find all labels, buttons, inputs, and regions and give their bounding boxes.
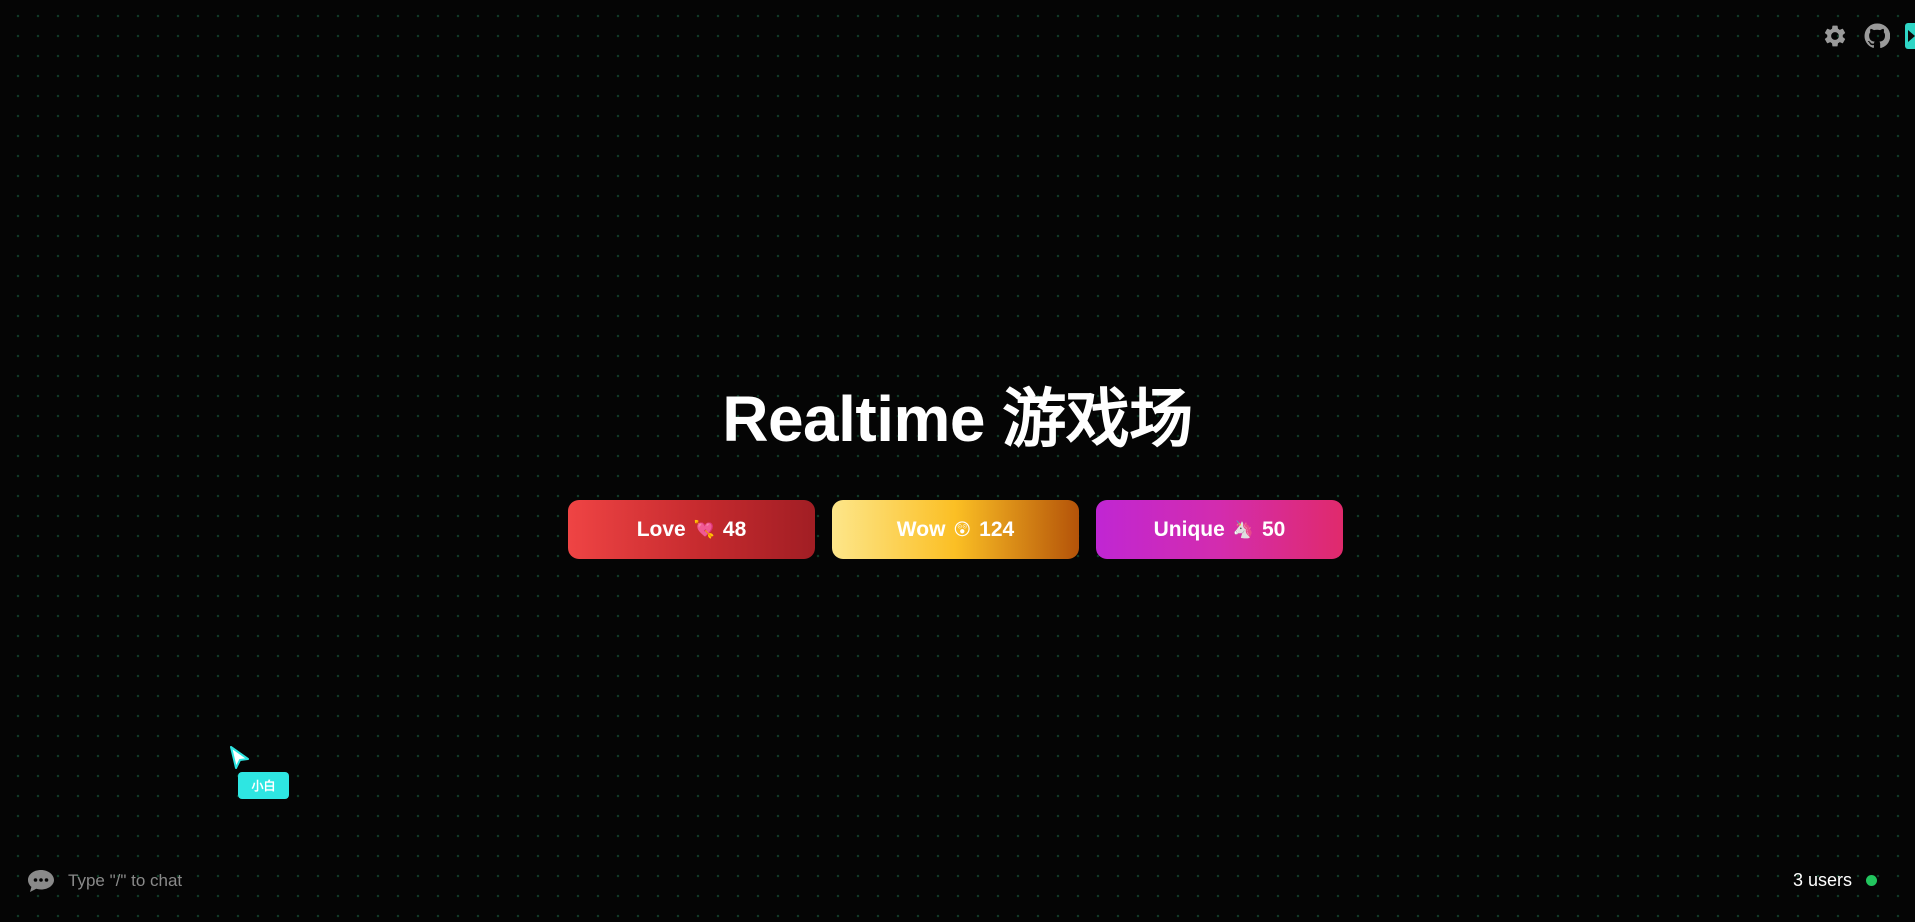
online-status-dot [1866,875,1877,886]
playground-canvas: Realtime 游戏场 Love 💘 48 Wow 😲 124 Unique … [0,0,1915,922]
page-title: Realtime 游戏场 [722,383,1193,455]
gear-icon [1824,25,1846,47]
settings-button[interactable] [1821,22,1849,50]
unicorn-icon: 🦄 [1232,520,1254,539]
pointer-cursor-icon [230,746,249,769]
reaction-label: Unique [1153,517,1225,541]
chevron-right-icon[interactable] [1905,23,1915,49]
top-toolbar [1821,22,1915,50]
github-icon [1864,23,1890,49]
astonished-face-icon: 😲 [953,520,972,539]
unique-reaction-button[interactable]: Unique 🦄 50 [1096,500,1343,559]
chat-input[interactable] [68,871,308,891]
reaction-count: 124 [979,517,1015,541]
chat-bar [26,868,308,894]
reaction-label: Love [636,517,686,541]
reaction-count: 48 [722,517,747,541]
reaction-label: Wow [896,517,946,541]
love-reaction-button[interactable]: Love 💘 48 [568,500,815,559]
reaction-buttons: Love 💘 48 Wow 😲 124 Unique 🦄 50 [568,500,1343,559]
remote-user-cursor: 小白 [229,746,289,799]
github-button[interactable] [1863,22,1891,50]
wow-reaction-button[interactable]: Wow 😲 124 [832,500,1079,559]
chat-bubble-icon [28,870,54,892]
cursor-name-tag: 小白 [238,772,289,799]
presence-indicator: 3 users [1793,870,1877,891]
users-count: 3 users [1792,870,1852,890]
reaction-count: 50 [1261,517,1286,541]
heart-icon: 💘 [693,520,715,539]
